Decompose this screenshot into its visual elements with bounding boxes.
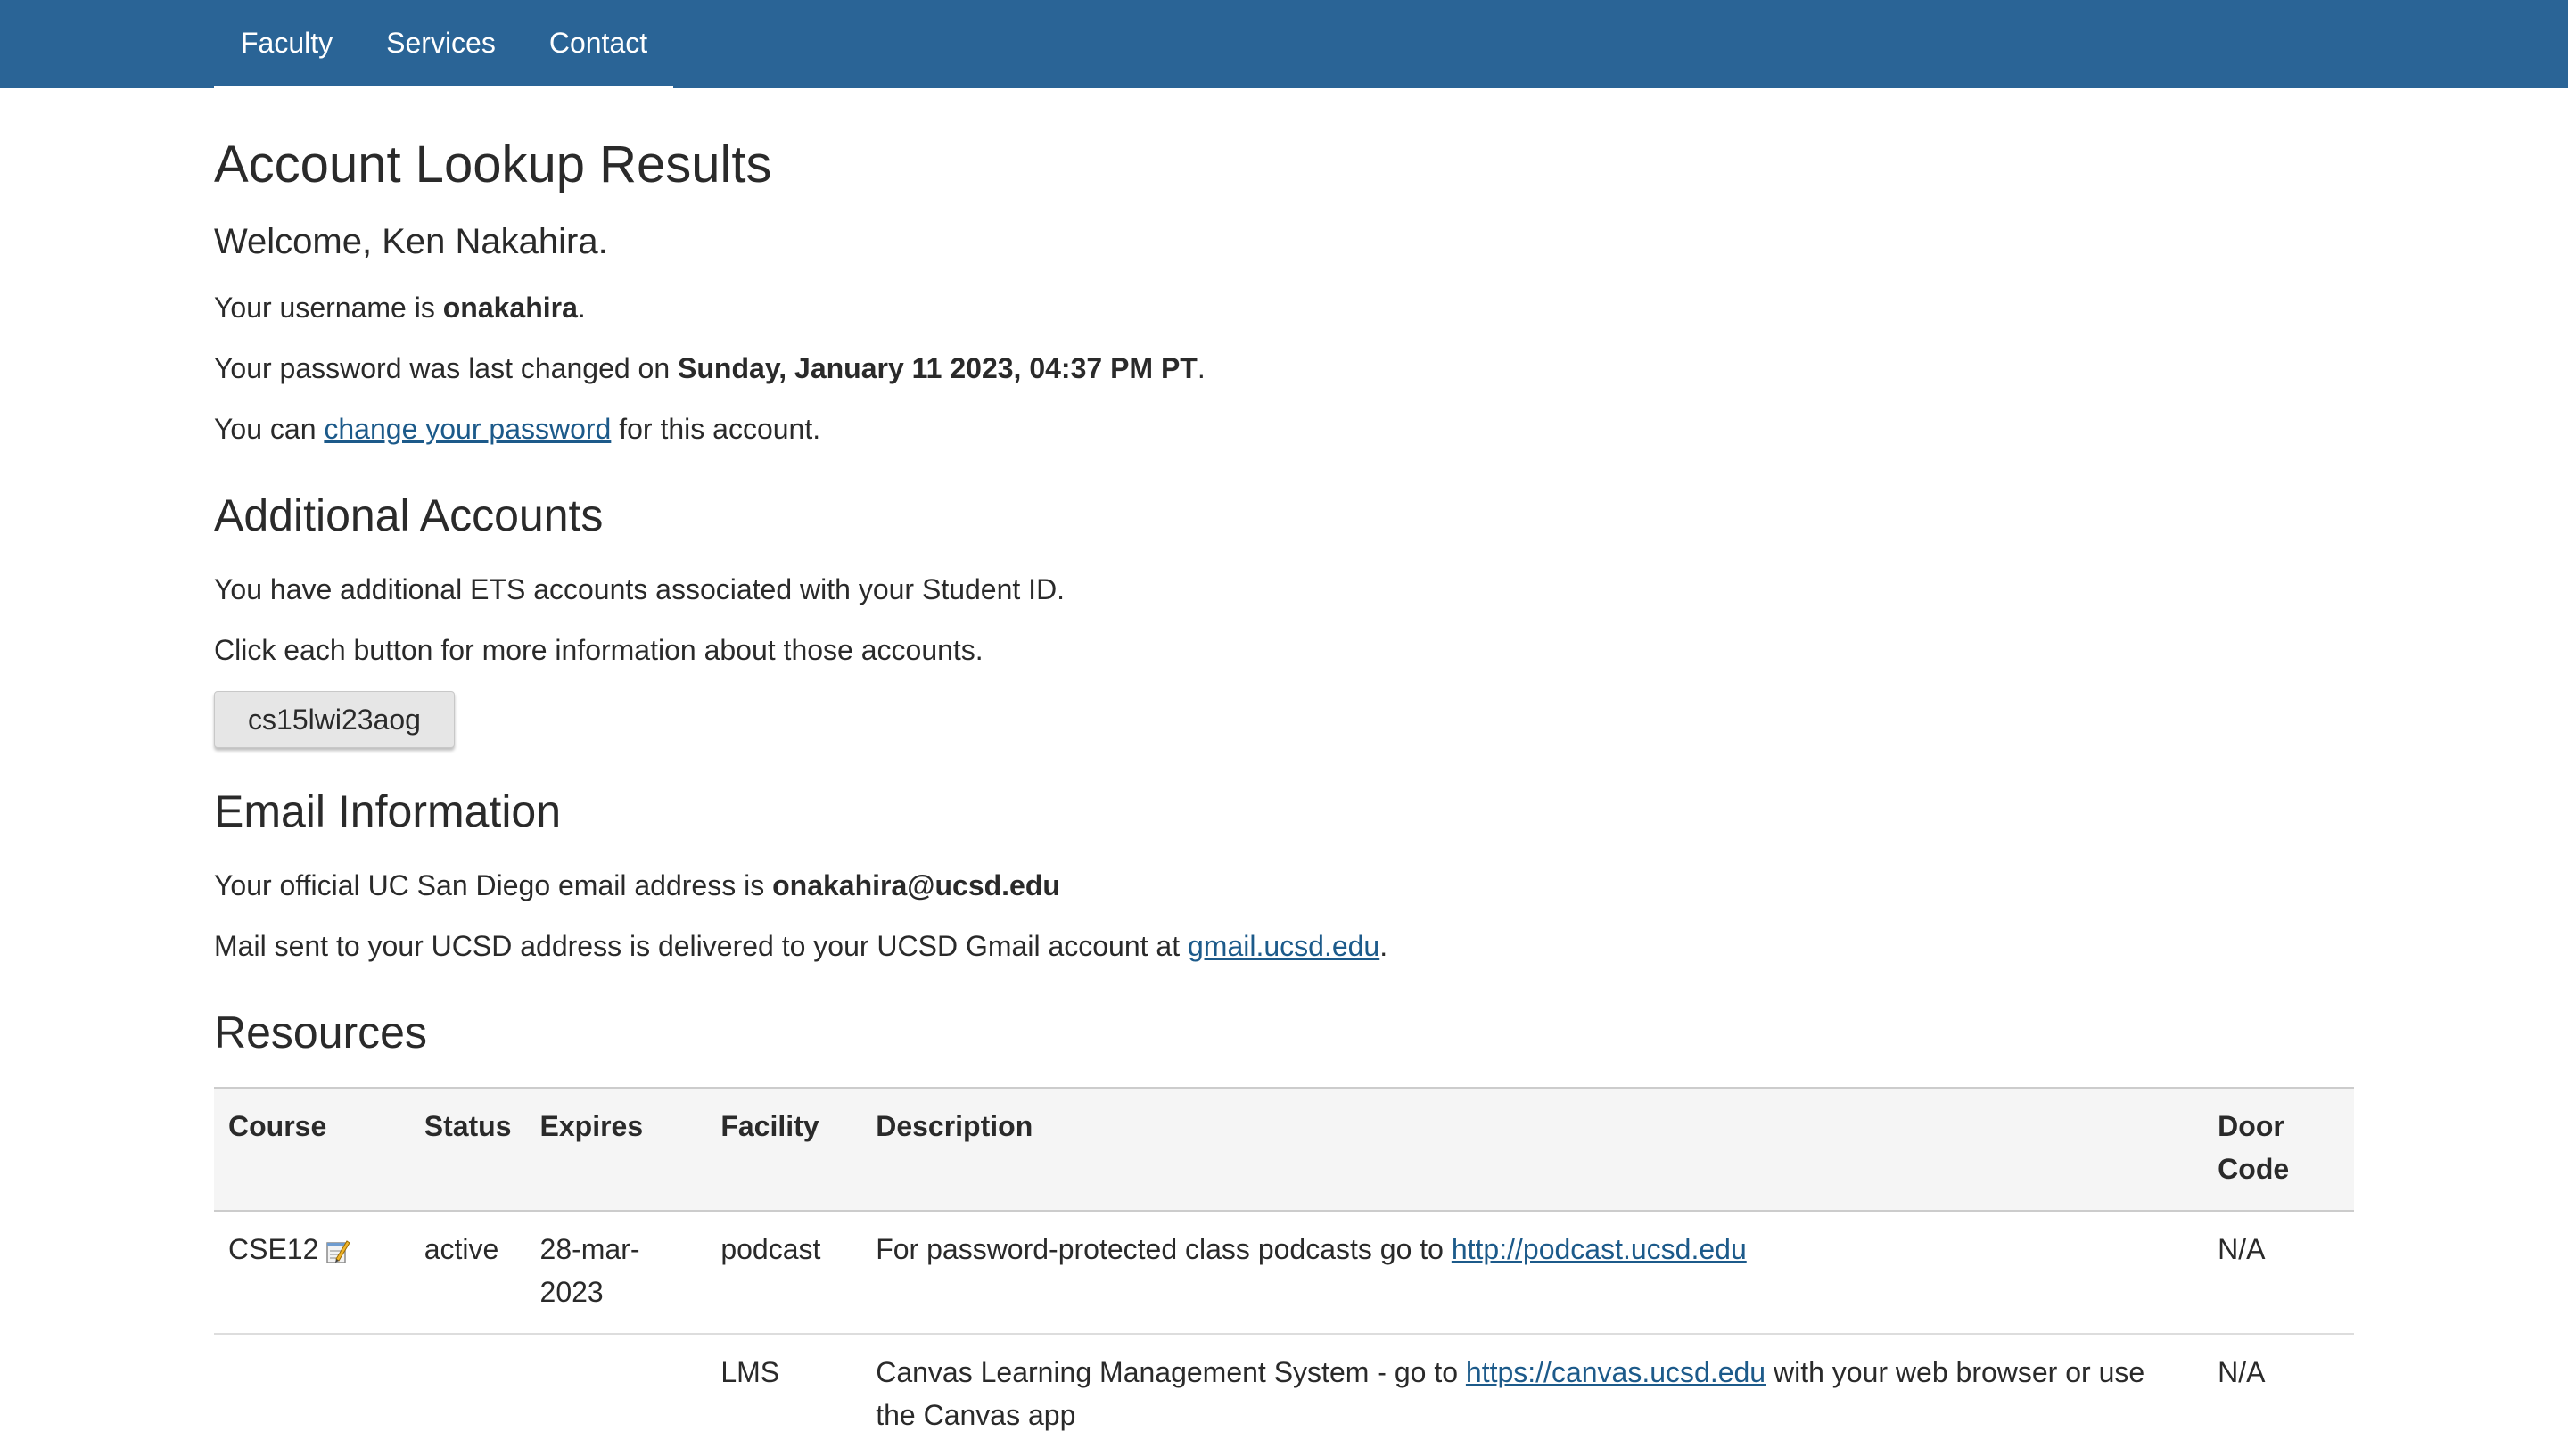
- column-header-course: Course: [214, 1087, 410, 1212]
- official-email-line: Your official UC San Diego email address…: [214, 869, 1060, 902]
- nav-menu: Faculty Services Contact: [214, 0, 673, 88]
- course-cell: CSE12: [214, 1210, 410, 1334]
- password-changed-line: Your password was last changed on Sunday…: [214, 352, 1206, 385]
- description-cell: For password-protected class podcasts go…: [861, 1210, 2204, 1334]
- podcast-link[interactable]: http://podcast.ucsd.edu: [1452, 1233, 1747, 1265]
- gmail-suffix: .: [1379, 930, 1388, 962]
- password-date: Sunday, January 11 2023, 04:37 PM PT: [678, 352, 1198, 384]
- course-name: CSE12: [228, 1233, 319, 1265]
- column-header-status: Status: [409, 1087, 526, 1212]
- additional-accounts-line1: You have additional ETS accounts associa…: [214, 573, 1066, 605]
- account-cs15lwi23aog-button[interactable]: cs15lwi23aog: [214, 691, 455, 748]
- table-header-row: Course Status Expires Facility Descripti…: [214, 1087, 2354, 1212]
- facility-cell: LMS: [706, 1333, 862, 1456]
- email-information-heading: Email Information: [214, 786, 562, 836]
- nav-services[interactable]: Services: [359, 0, 523, 87]
- additional-accounts-heading: Additional Accounts: [214, 490, 604, 540]
- gmail-delivery-line: Mail sent to your UCSD address is delive…: [214, 930, 1387, 963]
- course-cell: [214, 1333, 410, 1456]
- additional-accounts-line2: Click each button for more information a…: [214, 634, 984, 666]
- page-title: Account Lookup Results: [214, 136, 772, 193]
- status-cell: active: [409, 1210, 526, 1334]
- username-value: onakahira: [442, 292, 578, 324]
- column-header-description: Description: [861, 1087, 2204, 1212]
- official-email-prefix: Your official UC San Diego email address…: [214, 869, 773, 901]
- nav-contact[interactable]: Contact: [523, 0, 674, 87]
- expires-cell: [525, 1333, 707, 1456]
- change-password-link[interactable]: change your password: [324, 413, 611, 445]
- password-suffix: .: [1197, 352, 1206, 384]
- table-row: LMS Canvas Learning Management System - …: [214, 1333, 2354, 1456]
- resources-heading: Resources: [214, 1008, 427, 1057]
- door-code-cell: N/A: [2203, 1210, 2354, 1334]
- column-header-expires: Expires: [525, 1087, 707, 1212]
- description-text: For password-protected class podcasts go…: [876, 1233, 1452, 1265]
- facility-cell: podcast: [706, 1210, 862, 1334]
- password-prefix: Your password was last changed on: [214, 352, 679, 384]
- table-row: CSE12 active 28-mar-2023 podcast For pas…: [214, 1210, 2354, 1334]
- gmail-prefix: Mail sent to your UCSD address is delive…: [214, 930, 1188, 962]
- welcome-message: Welcome, Ken Nakahira.: [214, 222, 608, 261]
- change-suffix: for this account.: [611, 413, 821, 445]
- expires-cell: 28-mar-2023: [525, 1210, 707, 1334]
- top-navbar: Faculty Services Contact: [0, 0, 2568, 88]
- column-header-facility: Facility: [706, 1087, 862, 1212]
- nav-faculty[interactable]: Faculty: [214, 0, 359, 87]
- change-password-line: You can change your password for this ac…: [214, 413, 820, 446]
- gmail-link[interactable]: gmail.ucsd.edu: [1188, 930, 1379, 962]
- edit-note-icon[interactable]: [325, 1238, 351, 1264]
- change-prefix: You can: [214, 413, 325, 445]
- status-cell: [409, 1333, 526, 1456]
- canvas-link[interactable]: https://canvas.ucsd.edu: [1466, 1356, 1766, 1388]
- column-header-door-code: Door Code: [2203, 1087, 2354, 1212]
- description-cell: Canvas Learning Management System - go t…: [861, 1333, 2204, 1456]
- username-suffix: .: [577, 292, 586, 324]
- official-email-address: onakahira@ucsd.edu: [772, 869, 1060, 901]
- description-text: Canvas Learning Management System - go t…: [876, 1356, 1466, 1388]
- username-line: Your username is onakahira.: [214, 292, 586, 325]
- resources-table: Course Status Expires Facility Descripti…: [214, 1087, 2354, 1456]
- door-code-cell: N/A: [2203, 1333, 2354, 1456]
- username-prefix: Your username is: [214, 292, 443, 324]
